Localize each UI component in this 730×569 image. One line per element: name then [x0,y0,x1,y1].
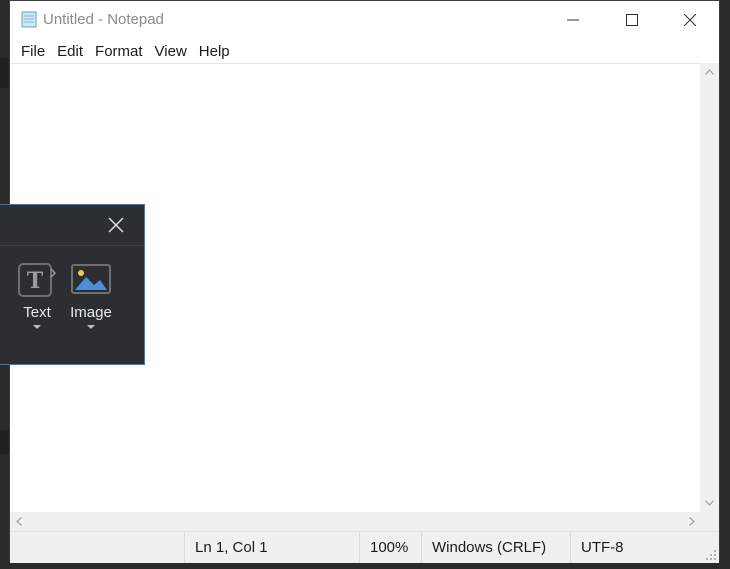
status-encoding: UTF-8 [570,532,710,563]
text-icon: T [18,263,57,297]
resize-grip-icon[interactable] [705,549,717,561]
window-title: Untitled - Notepad [43,11,164,28]
status-position: Ln 1, Col 1 [184,532,359,563]
chevron-down-icon[interactable] [87,325,95,329]
scroll-corner [700,512,719,531]
menu-view[interactable]: View [149,43,193,60]
menu-format[interactable]: Format [89,43,149,60]
menu-edit[interactable]: Edit [51,43,89,60]
vertical-scrollbar[interactable] [700,63,719,512]
annotation-toolbar: t T Text Image [0,204,145,365]
scroll-up-arrow-icon[interactable] [705,69,714,75]
title-bar[interactable]: Untitled - Notepad [10,1,719,39]
status-bar: Ln 1, Col 1 100% Windows (CRLF) UTF-8 [10,531,719,563]
status-line-ending: Windows (CRLF) [421,532,570,563]
chevron-down-icon[interactable] [33,325,41,329]
status-zoom: 100% [359,532,421,563]
close-icon[interactable] [106,215,126,235]
horizontal-scrollbar[interactable] [10,512,701,531]
text-tool-label: Text [23,304,51,321]
svg-text:T: T [27,268,44,294]
image-icon [71,264,111,294]
scroll-right-arrow-icon[interactable] [689,517,695,526]
image-tool-button[interactable]: Image [70,261,112,329]
desktop-left-strip [0,430,9,454]
menu-help[interactable]: Help [193,43,236,60]
close-icon [684,14,696,26]
scroll-left-arrow-icon[interactable] [16,517,22,526]
image-tool-label: Image [70,304,112,321]
close-button[interactable] [661,1,719,39]
minimize-icon [567,19,579,21]
toolbar-header[interactable] [0,205,144,246]
menu-file[interactable]: File [15,43,51,60]
maximize-button[interactable] [603,1,661,39]
maximize-icon [626,14,638,26]
text-tool-button[interactable]: T Text [16,261,58,329]
menu-bar: File Edit Format View Help [10,39,719,63]
scroll-down-arrow-icon[interactable] [705,500,714,506]
desktop-left-strip [0,58,9,88]
minimize-button[interactable] [544,1,602,39]
notepad-icon [21,11,37,28]
